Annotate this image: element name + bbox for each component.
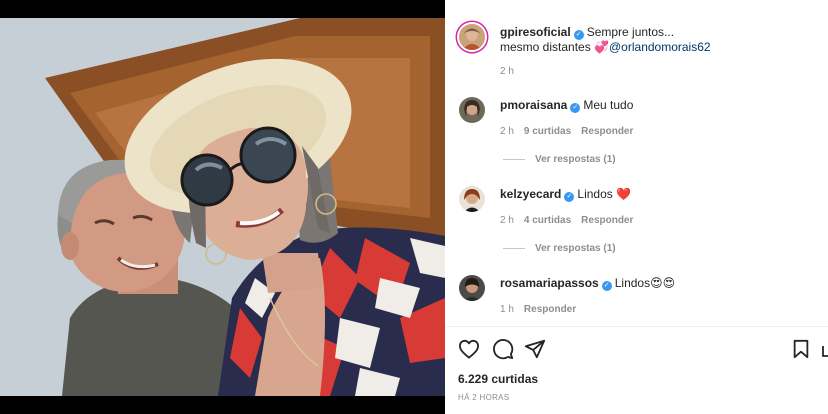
post-photo[interactable] xyxy=(0,18,445,396)
caption-meta: 2 h xyxy=(500,66,524,77)
comment-username[interactable]: kelzyecard xyxy=(500,187,561,201)
hearts-emoji: 💞 xyxy=(594,40,609,54)
comment-2-meta: 2 h 4 curtidas Responder xyxy=(500,215,643,226)
verified-badge-icon: ✓ xyxy=(570,103,581,113)
bookmark-icon[interactable] xyxy=(792,339,810,364)
caption-timestamp[interactable]: 2 h xyxy=(500,66,514,77)
comment-likes-link[interactable]: 4 curtidas xyxy=(524,215,571,226)
verified-badge-icon: ✓ xyxy=(564,192,575,202)
selfie-image xyxy=(0,18,445,396)
caption-text-2: mesmo distantes xyxy=(500,40,595,54)
comment-1: pmoraisana ✓ Meu tudo xyxy=(500,98,818,113)
comment-icon[interactable] xyxy=(492,338,514,365)
caption-username[interactable]: gpiresoficial xyxy=(500,25,571,39)
view-replies-button[interactable]: Ver respostas (1) xyxy=(503,154,616,165)
author-avatar[interactable] xyxy=(459,24,485,50)
partial-icon xyxy=(822,344,828,358)
commenter-avatar[interactable] xyxy=(459,97,485,123)
replies-divider xyxy=(503,158,525,160)
caption-mention-link[interactable]: @orlandomorais62 xyxy=(609,40,711,54)
caption-line-2: mesmo distantes 💞@orlandomorais62 xyxy=(500,40,818,55)
comment-3-meta: 1 h Responder xyxy=(500,304,586,315)
comment-text: Lindos ❤️ xyxy=(577,187,632,201)
comment-username[interactable]: rosamariapassos xyxy=(500,276,599,290)
reply-button[interactable]: Responder xyxy=(581,126,633,137)
commenter-avatar[interactable] xyxy=(459,275,485,301)
comment-text: Meu tudo xyxy=(583,98,634,112)
comment-text: Lindos😍😍 xyxy=(614,276,676,290)
comment-username[interactable]: pmoraisana xyxy=(500,98,567,112)
comment-3: rosamariapassos ✓ Lindos😍😍 xyxy=(500,276,818,291)
verified-badge-icon: ✓ xyxy=(601,281,612,291)
likes-count[interactable]: 6.229 curtidas xyxy=(458,372,538,386)
reply-button[interactable]: Responder xyxy=(581,215,633,226)
comment-2: kelzyecard ✓ Lindos ❤️ xyxy=(500,187,818,202)
caption-line-1: gpiresoficial ✓ Sempre juntos... xyxy=(500,25,818,40)
replies-divider xyxy=(503,247,525,249)
heart-icon[interactable] xyxy=(458,339,480,364)
view-replies-button[interactable]: Ver respostas (1) xyxy=(503,243,616,254)
post-age[interactable]: HÁ 2 HORAS xyxy=(458,393,509,402)
comment-timestamp[interactable]: 2 h xyxy=(500,215,514,226)
actions-divider xyxy=(445,326,828,327)
comment-timestamp[interactable]: 2 h xyxy=(500,126,514,137)
post-viewer: gpiresoficial ✓ Sempre juntos... mesmo dis… xyxy=(0,0,828,414)
view-replies-label: Ver respostas (1) xyxy=(535,154,616,165)
post-side-panel: gpiresoficial ✓ Sempre juntos... mesmo dis… xyxy=(445,0,828,414)
comment-timestamp[interactable]: 1 h xyxy=(500,304,514,315)
reply-button[interactable]: Responder xyxy=(524,304,576,315)
view-replies-label: Ver respostas (1) xyxy=(535,243,616,254)
verified-badge-icon: ✓ xyxy=(573,30,584,40)
send-icon[interactable] xyxy=(524,338,546,365)
comment-1-meta: 2 h 9 curtidas Responder xyxy=(500,126,643,137)
commenter-avatar[interactable] xyxy=(459,186,485,212)
caption-text: Sempre juntos... xyxy=(586,25,675,39)
comment-likes-link[interactable]: 9 curtidas xyxy=(524,126,571,137)
